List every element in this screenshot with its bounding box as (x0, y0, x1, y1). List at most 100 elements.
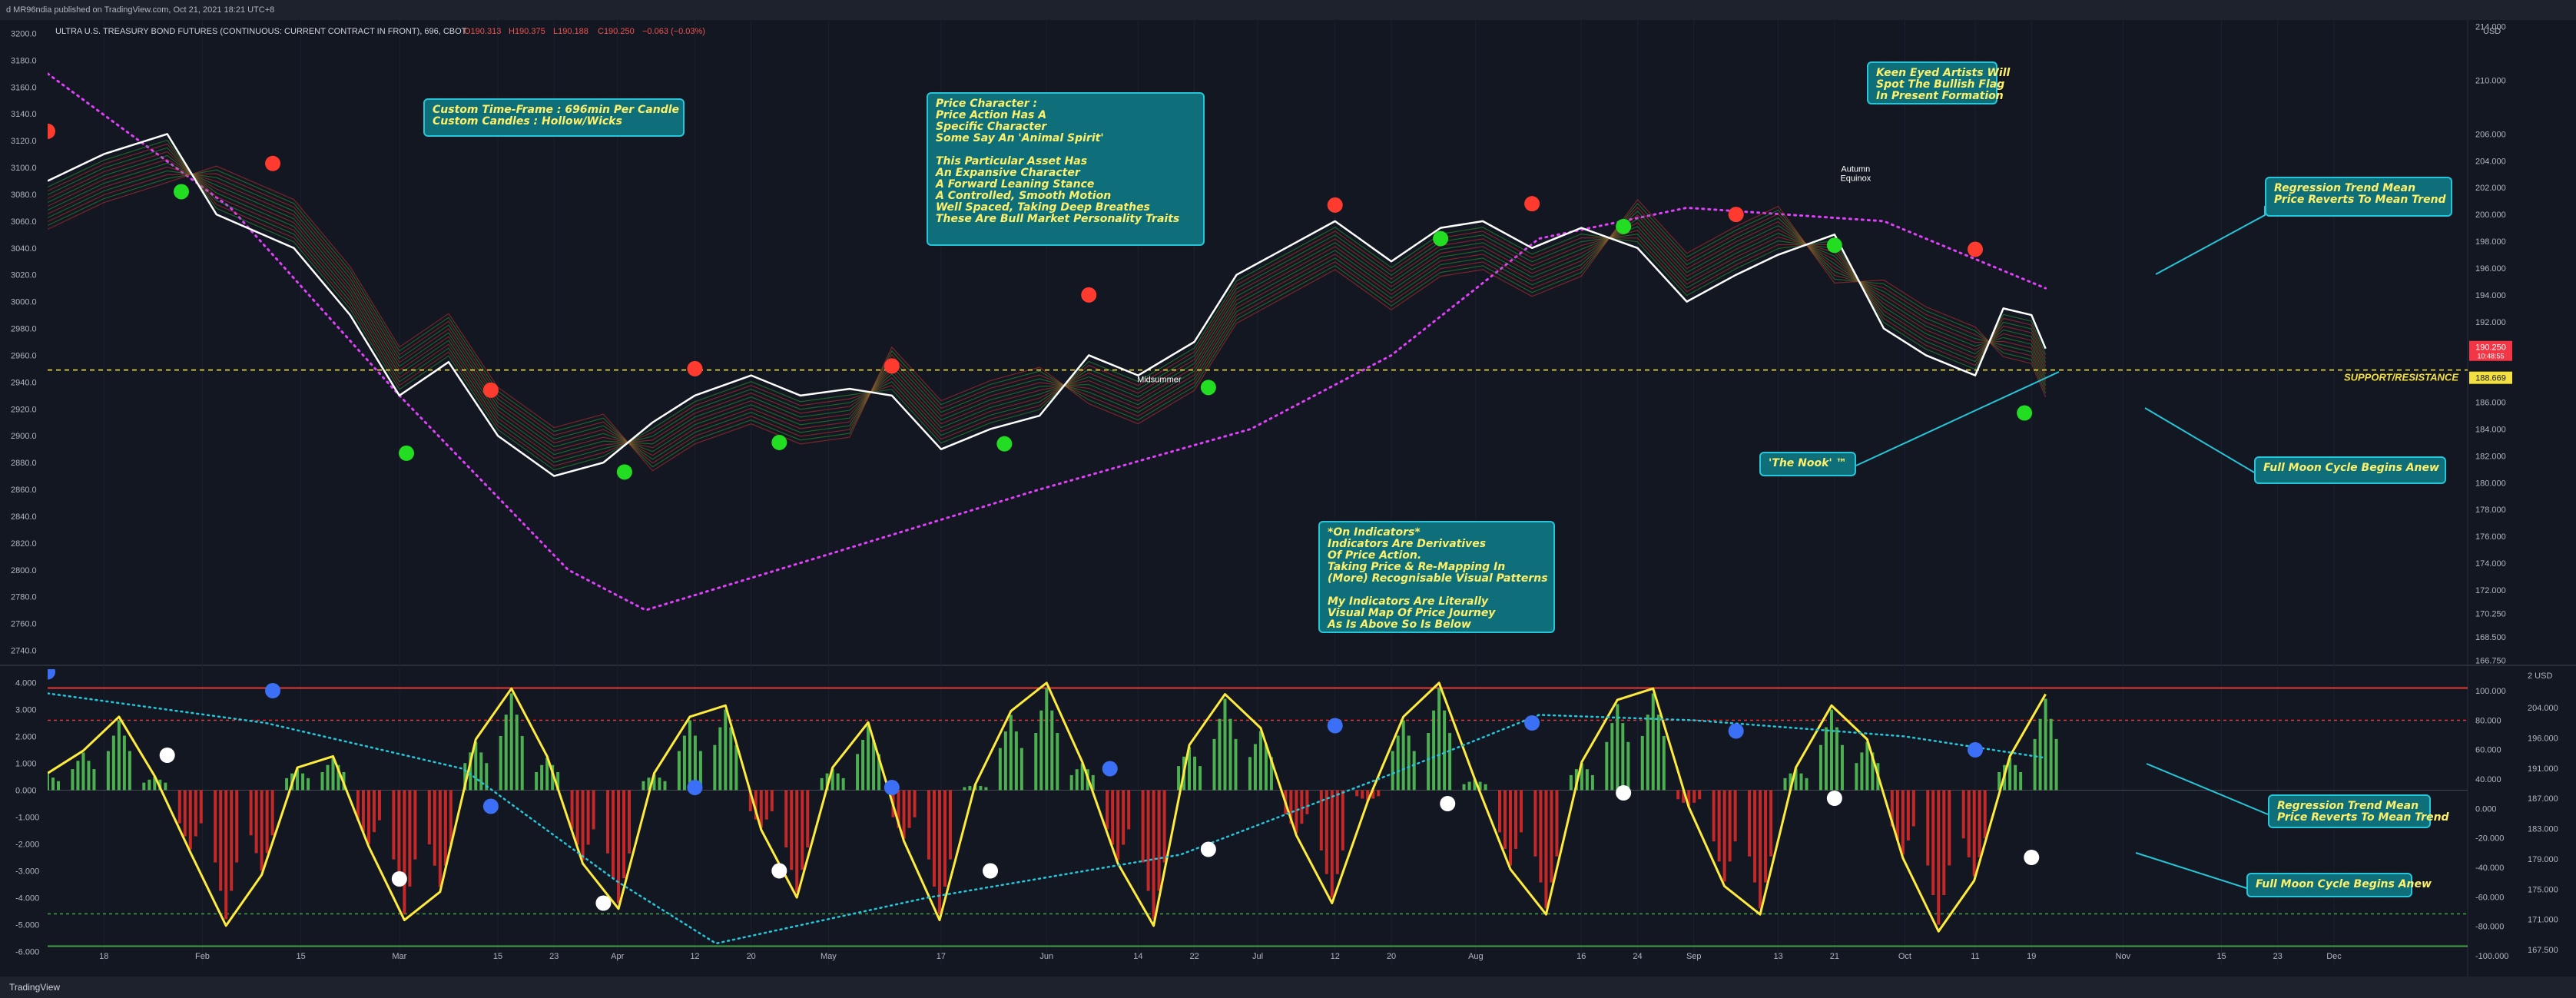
osc-blue-dot (1524, 715, 1540, 731)
osc-histogram-bar (1519, 790, 1523, 833)
osc-right-tick: 40.000 (2475, 775, 2501, 784)
osc-histogram-bar (1967, 790, 1971, 857)
osc-histogram-bar (111, 735, 115, 791)
osc-histogram-bar (1961, 790, 1965, 839)
osc-histogram-bar (1818, 744, 1822, 791)
osc-histogram-bar (1432, 710, 1436, 791)
support-price-value: 188.669 (2475, 374, 2506, 383)
osc-histogram-bar (1805, 778, 1809, 791)
x-tick-label: 14 (1133, 952, 1142, 961)
osc-histogram-bar (658, 778, 661, 791)
osc-histogram-bar (841, 778, 845, 791)
osc-histogram-bar (729, 727, 733, 791)
price-right-tick: 170.250 (2475, 610, 2506, 619)
osc-left-tick: -2.000 (15, 841, 39, 850)
osc-white-dot (771, 863, 787, 879)
osc-left-tick: 0.000 (15, 787, 37, 796)
osc-histogram-bar (1116, 790, 1120, 860)
osc-right-inner-tick: 191.000 (2528, 764, 2558, 774)
x-tick-label: Aug (1468, 952, 1484, 961)
osc-histogram-bar (2033, 738, 2037, 791)
osc-histogram-bar (1295, 790, 1298, 834)
osc-left-tick: 2.000 (15, 733, 37, 742)
osc-histogram-bar (1497, 790, 1501, 833)
osc-histogram-bar (122, 735, 126, 791)
osc-histogram-bar (1533, 790, 1537, 857)
osc-histogram-bar (403, 790, 406, 914)
osc-histogram-bar (1075, 769, 1079, 791)
osc-histogram-bar (499, 735, 502, 791)
chart-stage[interactable]: Autumn Equinox Midsummer 3200.0 3180.0 3160.… (0, 20, 2576, 976)
price-panel: AutumnEquinox Midsummer (48, 72, 2468, 612)
osc-histogram-bar (1769, 790, 1773, 857)
x-tick-label: 19 (2027, 952, 2036, 961)
osc-histogram-bar (1860, 752, 1864, 791)
osc-histogram-bar (1248, 757, 1252, 791)
bull-signal-dot (771, 434, 787, 450)
x-tick-label: 17 (937, 952, 946, 961)
price-left-tick: 2900.0 (11, 432, 37, 441)
osc-histogram-bar (219, 790, 223, 891)
osc-histogram-bar (612, 790, 615, 879)
osc-histogram-bar (948, 790, 952, 860)
price-right-tick: 206.000 (2475, 130, 2506, 139)
price-right-tick: 204.000 (2475, 157, 2506, 166)
price-right-tick: 184.000 (2475, 425, 2506, 434)
ohlc-high: H190.375 (509, 27, 545, 36)
osc-right-tick: 0.000 (2475, 804, 2497, 814)
osc-histogram-bar (1569, 774, 1573, 791)
x-tick-label: Mar (392, 952, 406, 961)
bear-signal-dot (1081, 287, 1097, 303)
price-left-tick: 2800.0 (11, 566, 37, 575)
osc-histogram-bar (1361, 790, 1364, 799)
osc-histogram-bar (907, 790, 911, 828)
osc-histogram-bar (1948, 790, 1951, 866)
osc-histogram-bar (622, 790, 626, 879)
x-tick-label: 23 (549, 952, 559, 961)
bull-signal-dot (996, 436, 1013, 452)
osc-histogram-bar (177, 790, 181, 824)
osc-histogram-bar (913, 790, 917, 817)
price-left-tick: 2780.0 (11, 593, 37, 602)
note-indicators: *On Indicators* Indicators Are Derivativ… (1318, 521, 1555, 633)
osc-histogram-bar (1127, 790, 1131, 830)
price-left-tick: 3060.0 (11, 217, 37, 227)
osc-histogram-bar (413, 790, 417, 860)
osc-histogram-bar (1662, 735, 1666, 791)
osc-histogram-bar (1722, 790, 1726, 882)
bear-signal-dot (1327, 197, 1343, 213)
osc-histogram-bar (1437, 688, 1441, 791)
note-bullish-flag: Keen Eyed Artists Will Spot The Bullish … (1867, 61, 2010, 104)
callout-pointer (2144, 407, 2256, 474)
x-tick-label: 12 (1331, 952, 1340, 961)
price-left-tick: 3000.0 (11, 298, 37, 307)
x-tick-label: 15 (297, 952, 306, 961)
osc-histogram-bar (1626, 741, 1630, 791)
osc-histogram-bar (1753, 790, 1757, 883)
annotation-autumn: Autumn (1841, 164, 1870, 174)
osc-histogram-bar (1034, 733, 1038, 791)
price-left-tick: 3140.0 (11, 110, 37, 119)
osc-histogram-bar (1621, 723, 1625, 791)
osc-right-inner-tick: 187.000 (2528, 794, 2558, 804)
bear-signal-dot (48, 123, 55, 139)
osc-histogram-bar (1335, 790, 1339, 874)
osc-right-unit: 2 USD (2528, 671, 2552, 681)
osc-white-dot (2024, 850, 2040, 865)
osc-histogram-bar (535, 771, 539, 791)
osc-histogram-bar (1396, 735, 1400, 791)
osc-right-inner-tick: 196.000 (2528, 734, 2558, 743)
chart-svg[interactable]: AutumnEquinox Midsummer 3200.0 3180.0 3160.… (0, 20, 2576, 976)
osc-histogram-bar (1157, 790, 1161, 891)
price-left-tick: 2920.0 (11, 405, 37, 414)
osc-histogram-bar (1865, 741, 1869, 791)
osc-histogram-bar (443, 790, 447, 866)
osc-histogram-bar (1764, 790, 1768, 883)
osc-right-inner-tick: 204.000 (2528, 704, 2558, 713)
osc-histogram-bar (1508, 790, 1512, 866)
price-right-tick: 202.000 (2475, 184, 2506, 193)
price-left-tick: 2960.0 (11, 351, 37, 360)
note-regression-price: Regression Trend Mean Price Reverts To M… (2265, 177, 2452, 217)
osc-histogram-bar (586, 790, 590, 845)
bull-signal-dot (1826, 237, 1842, 254)
